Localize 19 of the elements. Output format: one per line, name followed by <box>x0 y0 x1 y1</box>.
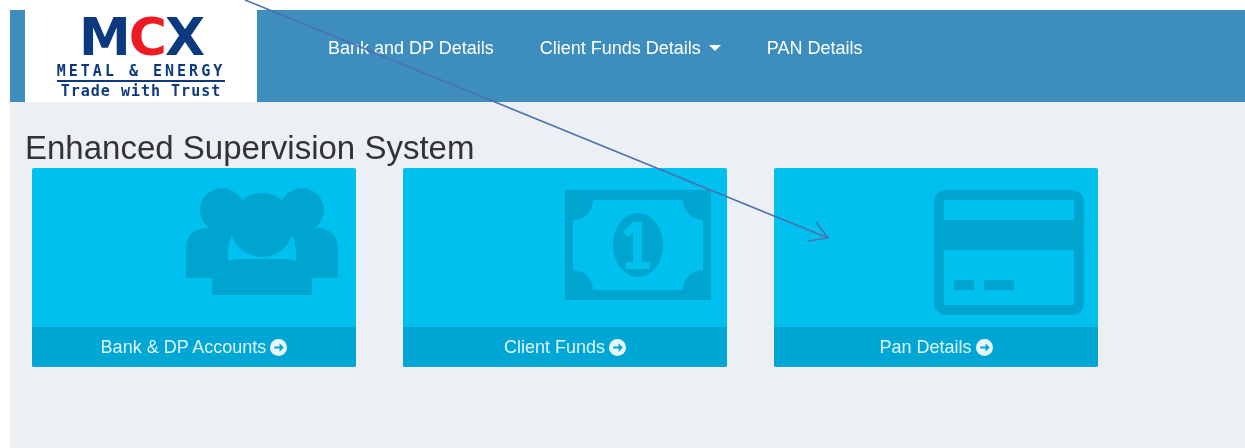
arrow-circle-icon <box>975 338 993 356</box>
tile-label: Bank & DP Accounts <box>100 335 267 359</box>
banknote-icon <box>563 190 713 300</box>
nav-dropdown[interactable]: Client Funds Details <box>516 10 744 86</box>
tile-label: Pan Details <box>879 335 972 359</box>
nav-link[interactable]: Bank and DP Details <box>305 10 517 86</box>
credit-card-icon <box>934 190 1084 315</box>
logo-wordmark: MCX <box>79 12 203 62</box>
dashboard-tile[interactable]: Bank & DP Accounts <box>32 168 356 367</box>
dashboard-tile[interactable]: Client Funds <box>403 168 727 367</box>
nav-link[interactable]: PAN Details <box>743 10 886 86</box>
arrow-circle-icon <box>609 338 627 356</box>
caret-icon <box>708 45 721 51</box>
logo-tagline: Trade with Trust <box>60 82 222 101</box>
dashboard-tile[interactable]: Pan Details <box>774 168 1098 367</box>
tile-label: Client Funds <box>503 335 606 359</box>
arrow-circle-icon <box>270 338 288 356</box>
logo-subtitle: METAL & ENERGY <box>56 62 226 82</box>
page-title: Enhanced Supervision System <box>25 128 476 168</box>
